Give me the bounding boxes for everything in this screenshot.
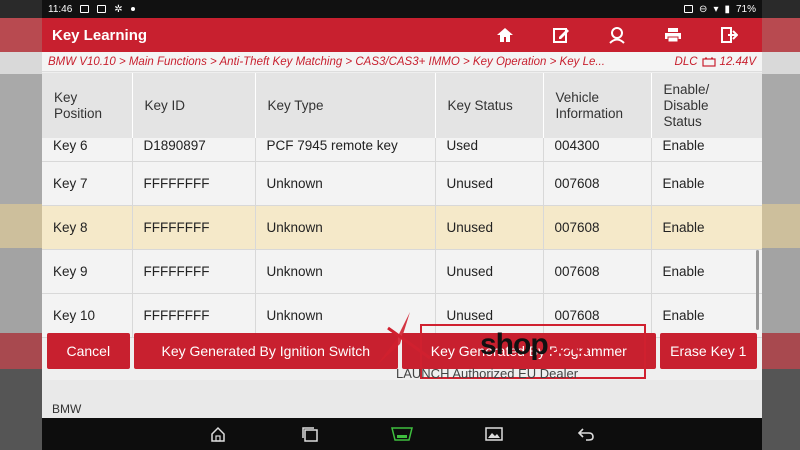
vehicle-info-cell: 004300	[543, 138, 652, 162]
cancel-button[interactable]: Cancel	[47, 333, 130, 369]
recents-icon	[302, 427, 318, 442]
voltage-indicator: DLC 12.44V	[675, 56, 762, 68]
column-header-key-position: Key Position	[42, 73, 133, 138]
erase-key-button[interactable]: Erase Key 1	[659, 333, 757, 369]
home-button[interactable]	[484, 22, 526, 48]
key-position-cell: Key 6	[42, 138, 133, 162]
vehicle-info-cell: 007608	[543, 161, 652, 206]
table-header-row: Key Position Key ID Key Type Key Status …	[42, 73, 762, 138]
battery-icon: ▮	[724, 3, 730, 15]
key-type-cell: Unknown	[255, 249, 436, 294]
nav-home-button[interactable]	[204, 422, 232, 446]
key-type-cell: Unknown	[255, 161, 436, 206]
vehicle-info-cell: 007608	[543, 205, 652, 250]
right-blur-margin	[762, 0, 800, 450]
key-type-cell: Unknown	[255, 293, 436, 338]
more-notifications-icon	[130, 7, 135, 11]
action-bar: Cancel Key Generated By Ignition Switch …	[47, 333, 757, 369]
column-header-key-type: Key Type	[255, 73, 436, 138]
vehicle-info-cell: 007608	[543, 249, 652, 294]
enable-status-cell: Enable	[651, 138, 762, 162]
image-notification-icon	[80, 5, 90, 13]
enable-status-cell: Enable	[651, 293, 762, 338]
back-arrow-icon	[577, 428, 594, 441]
key-id-cell: FFFFFFFF	[132, 293, 256, 338]
table-row[interactable]: Key 9 FFFFFFFF Unknown Unused 007608 Ena…	[42, 249, 762, 294]
ignition-switch-key-button[interactable]: Key Generated By Ignition Switch	[133, 333, 399, 369]
nav-vci-button[interactable]	[388, 422, 416, 446]
battery-level: 71%	[735, 3, 756, 15]
home-outline-icon	[211, 426, 225, 442]
vci-connector-icon	[391, 427, 413, 441]
key-status-cell: Unused	[435, 205, 544, 250]
battery-voltage-icon	[701, 57, 716, 67]
left-blur-margin	[0, 0, 42, 450]
exit-icon	[721, 27, 738, 43]
message-notification-icon	[97, 5, 107, 13]
key-position-cell: Key 8	[42, 205, 133, 250]
programmer-key-button[interactable]: Key Generated By Programmer	[402, 333, 656, 369]
home-icon	[497, 28, 513, 42]
status-bar: 11:46 ✲ ⊖ ▾ ▮ 71%	[42, 0, 762, 18]
column-header-enable-status: Enable/ Disable Status	[651, 73, 762, 138]
table-row[interactable]: Key 7 FFFFFFFF Unknown Unused 007608 Ena…	[42, 161, 762, 206]
cast-icon	[684, 5, 694, 13]
column-header-key-id: Key ID	[132, 73, 256, 138]
exit-button[interactable]	[708, 22, 750, 48]
column-header-key-status: Key Status	[435, 73, 544, 138]
key-position-cell: Key 7	[42, 161, 133, 206]
nav-back-button[interactable]	[572, 422, 600, 446]
image-icon	[485, 427, 503, 441]
dnd-icon: ⊖	[699, 3, 708, 15]
key-position-cell: Key 10	[42, 293, 133, 338]
key-id-cell: FFFFFFFF	[132, 205, 256, 250]
key-type-cell: PCF 7945 remote key	[255, 138, 436, 162]
enable-status-cell: Enable	[651, 249, 762, 294]
key-status-cell: Used	[435, 138, 544, 162]
footer-strip: BMW	[42, 380, 762, 418]
tablet-screen: 11:46 ✲ ⊖ ▾ ▮ 71% Key Learning BMW V10.1…	[42, 0, 762, 450]
nav-gallery-button[interactable]	[480, 422, 508, 446]
user-icon	[609, 27, 625, 44]
table-scrollbar[interactable]	[756, 250, 759, 330]
print-button[interactable]	[652, 22, 694, 48]
report-icon	[553, 28, 569, 43]
vehicle-info-cell: 007608	[543, 293, 652, 338]
breadcrumb: BMW V10.10 > Main Functions > Anti-Theft…	[42, 52, 762, 72]
page-title: Key Learning	[52, 26, 148, 44]
key-position-cell: Key 9	[42, 249, 133, 294]
table-row-selected[interactable]: Key 8 FFFFFFFF Unknown Unused 007608 Ena…	[42, 205, 762, 250]
table-row[interactable]: Key 10 FFFFFFFF Unknown Unused 007608 En…	[42, 293, 762, 338]
wifi-icon: ▾	[713, 3, 719, 15]
key-status-cell: Unused	[435, 293, 544, 338]
key-id-cell: D1890897	[132, 138, 256, 162]
breadcrumb-path: BMW V10.10 > Main Functions > Anti-Theft…	[48, 55, 605, 68]
enable-status-cell: Enable	[651, 205, 762, 250]
user-button[interactable]	[596, 22, 638, 48]
key-id-cell: FFFFFFFF	[132, 161, 256, 206]
app-header: Key Learning	[42, 18, 762, 52]
system-navigation-bar	[42, 418, 762, 450]
clock: 11:46	[48, 3, 73, 15]
report-button[interactable]	[540, 22, 582, 48]
nav-recents-button[interactable]	[296, 422, 324, 446]
connection-label: DLC	[674, 55, 698, 68]
table-row[interactable]: Key 6 D1890897 PCF 7945 remote key Used …	[42, 138, 762, 162]
voltage-value: 12.44V	[719, 55, 756, 68]
key-status-cell: Unused	[435, 161, 544, 206]
enable-status-cell: Enable	[651, 161, 762, 206]
vehicle-make-label: BMW	[52, 402, 82, 416]
column-header-vehicle-information: Vehicle Information	[543, 73, 652, 138]
key-id-cell: FFFFFFFF	[132, 249, 256, 294]
settings-notification-icon: ✲	[114, 3, 123, 15]
key-status-cell: Unused	[435, 249, 544, 294]
key-type-cell: Unknown	[255, 205, 436, 250]
key-table: Key Position Key ID Key Type Key Status …	[42, 73, 762, 338]
header-toolbar	[484, 18, 762, 52]
print-icon	[665, 28, 681, 43]
